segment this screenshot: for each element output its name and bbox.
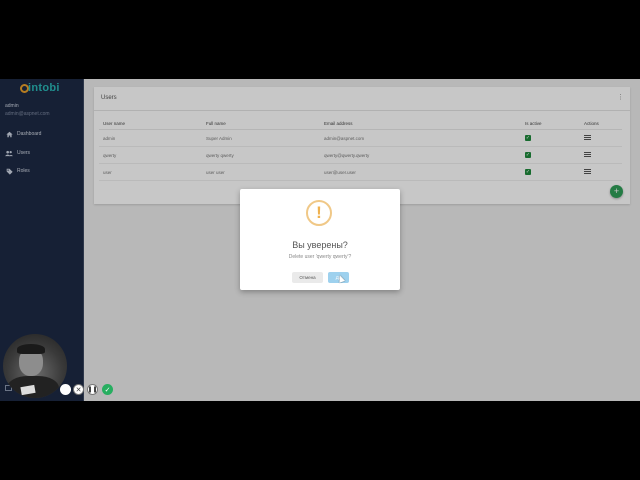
close-icon[interactable]: ✕ <box>73 384 84 395</box>
pause-icon[interactable]: ❚❚ <box>87 384 98 395</box>
record-icon[interactable] <box>60 384 71 395</box>
webcam-overlay <box>3 334 67 398</box>
dialog-title: Вы уверены? <box>292 240 348 250</box>
warning-icon: ! <box>306 200 332 226</box>
webcam-person-hair <box>17 344 45 354</box>
app-screen: intobi admin admin@aspnet.com Dashboard … <box>0 79 640 401</box>
confirm-dialog: ! Вы уверены? Delete user 'qwerty qwerty… <box>240 189 400 290</box>
check-icon[interactable]: ✓ <box>102 384 113 395</box>
dialog-message: Delete user 'qwerty qwerty'? <box>288 254 352 260</box>
cancel-button[interactable]: Отмена <box>292 272 323 283</box>
